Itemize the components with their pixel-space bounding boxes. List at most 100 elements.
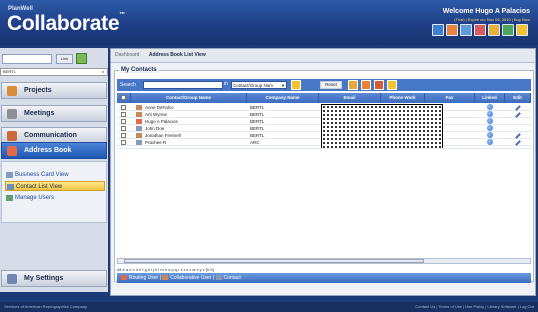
search-icon[interactable] bbox=[291, 80, 301, 90]
projects-icon bbox=[7, 86, 17, 96]
add-group-icon[interactable] bbox=[361, 80, 371, 90]
export-icon[interactable] bbox=[387, 80, 397, 90]
delete-icon[interactable] bbox=[374, 80, 384, 90]
contact-name[interactable]: Arti Wynne bbox=[145, 111, 245, 118]
sidebar-item-my-settings[interactable]: My Settings bbox=[1, 270, 107, 287]
sidebar-item-label: Business Card View bbox=[15, 172, 69, 178]
column-header[interactable]: Linked bbox=[475, 93, 505, 103]
search-toolbar: Search in Contact/Group Nam ▼ Reset bbox=[117, 79, 531, 91]
row-checkbox[interactable] bbox=[121, 119, 126, 124]
contact-type-icon bbox=[136, 133, 142, 138]
section-title: My Contacts bbox=[119, 67, 159, 73]
users-icon[interactable] bbox=[460, 24, 472, 36]
row-checkbox[interactable] bbox=[121, 112, 126, 117]
company-name: BERTL bbox=[250, 133, 265, 138]
company-name: BERTL bbox=[250, 105, 265, 110]
reset-button[interactable]: Reset bbox=[320, 81, 342, 89]
info-icon[interactable] bbox=[516, 24, 528, 36]
address-book-icon bbox=[7, 146, 17, 156]
search-field-select[interactable]: Contact/Group Nam ▼ bbox=[231, 81, 287, 89]
legend-label: Collaborative User bbox=[170, 275, 212, 281]
chevron-down-icon: ▼ bbox=[281, 83, 285, 88]
column-header[interactable]: Email bbox=[319, 93, 381, 103]
expire-text[interactable]: (Trial) | Expire on: Nov 06, 2010 | Buy … bbox=[454, 17, 530, 22]
address-book-submenu: Business Card View Contact List View Man… bbox=[1, 161, 107, 223]
help-icon[interactable] bbox=[432, 24, 444, 36]
lock-icon[interactable] bbox=[488, 24, 500, 36]
linked-icon[interactable] bbox=[487, 125, 493, 131]
sidebar-item-address-book[interactable]: Address Book bbox=[1, 142, 107, 159]
edit-icon[interactable] bbox=[515, 105, 521, 111]
column-header[interactable]: Company Name bbox=[247, 93, 319, 103]
meetings-icon bbox=[7, 109, 17, 119]
row-checkbox[interactable] bbox=[121, 133, 126, 138]
search-in-label: in bbox=[224, 81, 228, 87]
breadcrumb-root[interactable]: Dashboard bbox=[115, 52, 139, 58]
company-name: ARC bbox=[250, 140, 260, 145]
company-name: BERTL bbox=[250, 126, 265, 131]
select-all-checkbox[interactable] bbox=[121, 95, 126, 101]
sidebar-filter[interactable]: BERTL x bbox=[0, 68, 108, 76]
column-header[interactable]: Phone Work bbox=[381, 93, 425, 103]
contact-list-icon bbox=[7, 184, 14, 190]
home-icon[interactable] bbox=[446, 24, 458, 36]
sidebar-item-contact-list-view[interactable]: Contact List View bbox=[5, 181, 105, 191]
column-header[interactable]: Fax bbox=[425, 93, 475, 103]
contact-type-icon bbox=[136, 126, 142, 131]
alphabet-filter[interactable]: All # a b c d e f g h i j k l m n o p q … bbox=[117, 266, 531, 273]
search-label: Search bbox=[120, 82, 136, 88]
contact-name[interactable]: Hugo A Palacios bbox=[145, 118, 245, 125]
contacts-panel: My Contacts Search in Contact/Group Nam … bbox=[114, 67, 534, 283]
collaborative-user-icon bbox=[162, 275, 169, 281]
row-checkbox[interactable] bbox=[121, 105, 126, 110]
sidebar-item-label: Contact List View bbox=[16, 184, 63, 190]
horizontal-scrollbar[interactable] bbox=[117, 258, 531, 264]
search-input[interactable] bbox=[143, 81, 223, 89]
sidebar-item-manage-users[interactable]: Manage Users bbox=[5, 193, 105, 203]
add-contact-icon[interactable] bbox=[348, 80, 358, 90]
sidebar-link-button[interactable]: Link bbox=[56, 54, 73, 64]
go-icon[interactable] bbox=[76, 53, 87, 64]
column-header[interactable]: Edit bbox=[505, 93, 531, 103]
row-checkbox[interactable] bbox=[121, 140, 126, 145]
sidebar-item-business-card-view[interactable]: Business Card View bbox=[5, 170, 105, 180]
print-icon[interactable] bbox=[502, 24, 514, 36]
contact-name[interactable]: Anne DeFalco bbox=[145, 104, 245, 111]
communication-icon bbox=[7, 131, 17, 141]
contact-name[interactable]: Jonathan Freimell bbox=[145, 132, 245, 139]
sidebar-item-label: Address Book bbox=[24, 147, 72, 154]
row-checkbox[interactable] bbox=[121, 126, 126, 131]
legend-label: Contact bbox=[223, 275, 241, 281]
company-name: BERTL bbox=[250, 112, 265, 117]
trademark: ™ bbox=[119, 12, 125, 18]
linked-icon[interactable] bbox=[487, 104, 493, 110]
brand-logo: Collaborate™ bbox=[7, 12, 125, 36]
sidebar-item-projects[interactable]: Projects bbox=[1, 82, 107, 99]
contact-name[interactable]: John Doe bbox=[145, 125, 245, 132]
mail-icon[interactable] bbox=[474, 24, 486, 36]
clear-filter-icon[interactable]: x bbox=[102, 69, 104, 75]
company-name: BERTL bbox=[250, 119, 265, 124]
linked-icon[interactable] bbox=[487, 132, 493, 138]
linked-icon[interactable] bbox=[487, 111, 493, 117]
contact-type-icon bbox=[136, 105, 142, 110]
table-header: Contact/Group Name Company Name Email Ph… bbox=[117, 93, 531, 103]
scrollbar-thumb[interactable] bbox=[124, 259, 424, 263]
linked-icon[interactable] bbox=[487, 118, 493, 124]
select-all-header bbox=[117, 93, 131, 103]
footer-links[interactable]: Contact Us | Terms of Use | Use Policy |… bbox=[415, 302, 534, 312]
sidebar: Link BERTL x Projects Meetings Communica… bbox=[0, 48, 108, 292]
welcome-text: Welcome Hugo A Palacios bbox=[442, 8, 530, 15]
column-header[interactable]: Contact/Group Name bbox=[131, 93, 247, 103]
edit-icon[interactable] bbox=[515, 140, 521, 146]
linked-icon[interactable] bbox=[487, 139, 493, 145]
sidebar-item-label: Communication bbox=[24, 132, 77, 139]
sidebar-search-input[interactable] bbox=[2, 54, 52, 64]
footer-company: Services of American Reprographics Compa… bbox=[4, 304, 87, 309]
edit-icon[interactable] bbox=[515, 133, 521, 139]
sidebar-item-label: Projects bbox=[24, 87, 52, 94]
sidebar-item-meetings[interactable]: Meetings bbox=[1, 105, 107, 122]
contact-name[interactable]: Prachee R bbox=[145, 139, 245, 146]
edit-icon[interactable] bbox=[515, 112, 521, 118]
brand-name: Collaborate bbox=[7, 12, 120, 35]
